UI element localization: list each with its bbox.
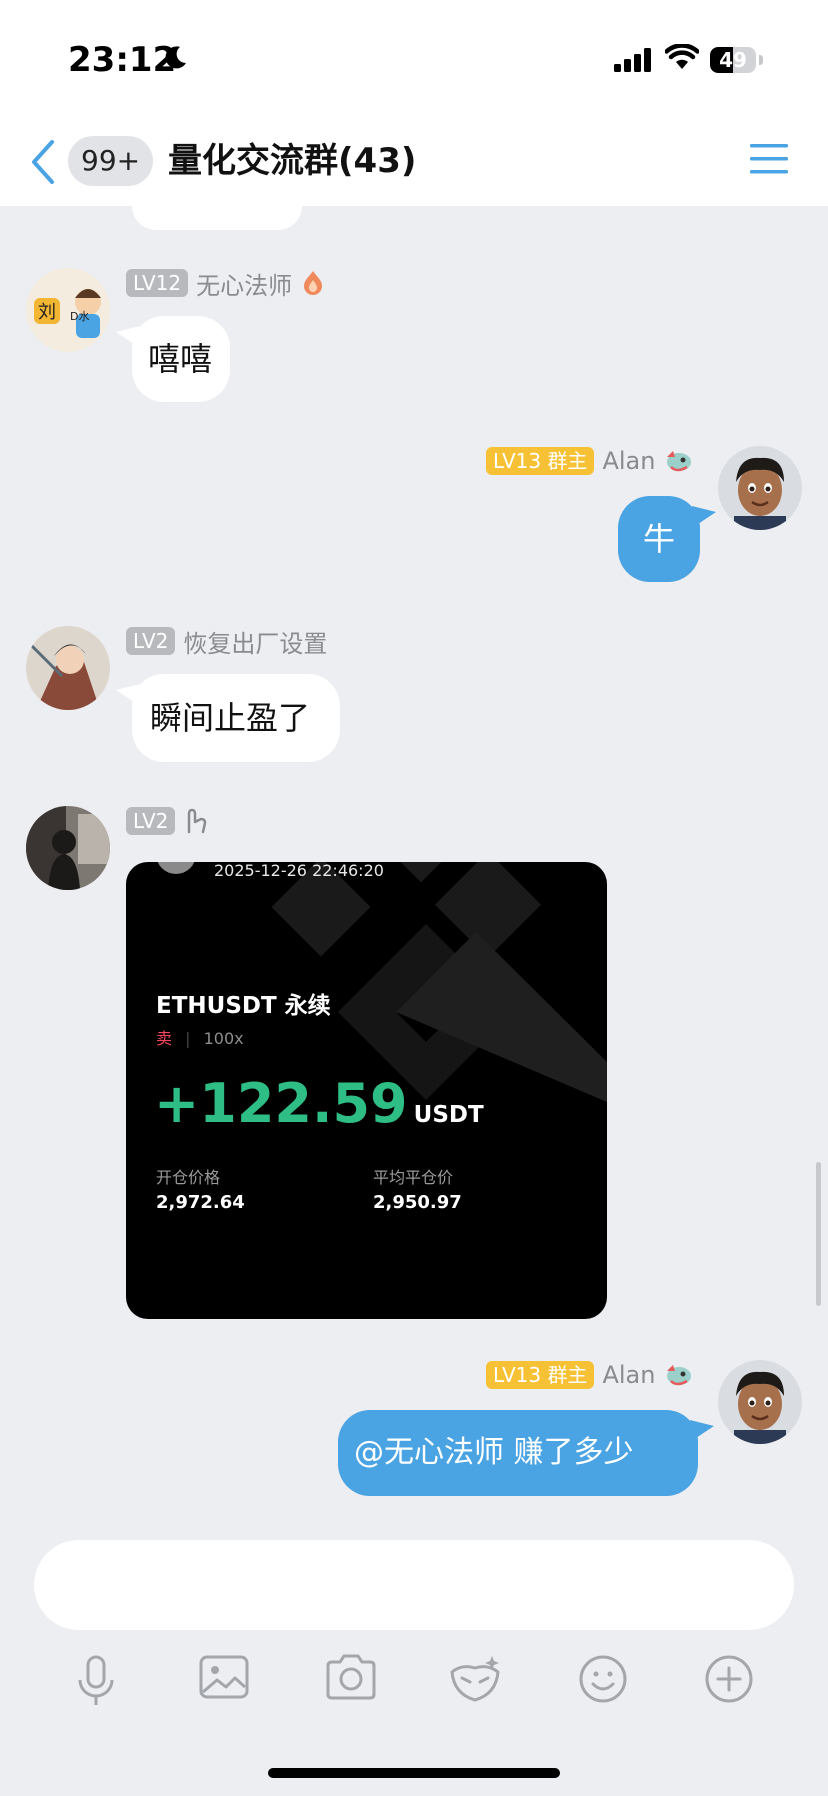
open-price-value: 2,972.64 <box>156 1192 245 1213</box>
scroll-indicator[interactable] <box>816 1162 821 1306</box>
level-badge: LV2 <box>126 807 176 835</box>
pnl-value: +122.59 <box>154 1072 408 1135</box>
message-bubble[interactable]: @无心法师 赚了多少 <box>338 1410 698 1496</box>
level-badge: LV13 群主 <box>486 447 595 475</box>
image-icon[interactable] <box>198 1654 250 1700</box>
cellular-signal-icon <box>614 48 651 72</box>
svg-text:D水: D水 <box>70 310 89 323</box>
trade-side: 卖 <box>156 1029 173 1048</box>
nav-bar: 99+ 量化交流群(43) <box>0 112 828 206</box>
camera-icon[interactable] <box>324 1654 378 1700</box>
trade-result-card[interactable]: 2025-12-26 22:46:20 ETHUSDT 永续 卖 | 100x … <box>126 862 607 1319</box>
message-bubble-partial <box>132 206 302 230</box>
message-input[interactable] <box>34 1540 794 1630</box>
level-badge: LV13 群主 <box>486 1361 595 1389</box>
sender-line: LV12 无心法师 <box>126 266 326 301</box>
sender-line: LV13 群主 Alan <box>486 446 693 476</box>
input-toolbar <box>0 1640 828 1724</box>
avatar[interactable] <box>718 446 802 530</box>
sender-line: LV2 <box>126 806 209 836</box>
bubble-tail <box>116 684 140 706</box>
card-timestamp: 2025-12-26 22:46:20 <box>214 862 384 880</box>
owner-role-label: 群主 <box>547 1363 588 1387</box>
trade-pair: ETHUSDT 永续 <box>156 993 331 1019</box>
back-chevron-icon[interactable] <box>30 138 56 186</box>
pnl-row: +122.59 USDT <box>154 1072 484 1135</box>
sender-nickname[interactable]: 无心法师 <box>196 266 292 301</box>
bubble-tail <box>116 326 140 348</box>
sticker-face-icon[interactable] <box>448 1654 502 1704</box>
trade-side-row: 卖 | 100x <box>156 1029 244 1048</box>
plus-icon[interactable] <box>704 1654 754 1704</box>
menu-icon[interactable] <box>750 142 788 176</box>
sender-line: LV13 群主 Alan <box>486 1360 693 1390</box>
sender-line: LV2 恢复出厂设置 <box>126 624 327 659</box>
battery-icon: 49 <box>710 47 756 73</box>
level-badge: LV2 <box>126 627 176 655</box>
emoji-icon[interactable] <box>578 1654 628 1704</box>
avatar[interactable] <box>718 1360 802 1444</box>
dragon-badge-icon <box>667 451 692 472</box>
wifi-icon <box>665 44 699 69</box>
message-bubble[interactable]: 嘻嘻 <box>132 316 230 402</box>
microphone-icon[interactable] <box>74 1654 118 1708</box>
message-text: 牛 <box>642 520 675 558</box>
home-indicator <box>268 1768 560 1778</box>
moon-icon <box>165 46 186 69</box>
message-text: 瞬间止盈了 <box>150 699 311 737</box>
pnl-unit: USDT <box>413 1102 484 1128</box>
sender-nickname[interactable]: Alan <box>602 1361 655 1389</box>
dragon-badge-icon <box>667 1365 692 1386</box>
bubble-tail <box>692 506 716 528</box>
close-price-label: 平均平仓价 <box>373 1168 454 1187</box>
avatar[interactable] <box>26 806 110 890</box>
page-title: 量化交流群(43) <box>168 141 417 181</box>
owner-role-label: 群主 <box>547 449 588 473</box>
level-badge: LV12 <box>126 269 189 297</box>
message-bubble[interactable]: 瞬间止盈了 <box>132 674 340 762</box>
chat-message-list[interactable]: 刘 D水 LV12 无心法师 嘻嘻 LV13 群主 Alan 牛 LV2 恢复出… <box>0 206 828 1530</box>
sender-nickname[interactable]: 恢复出厂设置 <box>183 624 327 659</box>
bubble-tail <box>690 1420 714 1442</box>
status-time: 23:12 <box>68 40 177 80</box>
status-bar: 23:12 49 <box>0 0 828 112</box>
avatar[interactable] <box>26 626 110 710</box>
battery-percent: 49 <box>719 48 747 72</box>
avatar[interactable]: 刘 D水 <box>26 268 110 352</box>
message-text: 嘻嘻 <box>148 340 213 378</box>
message-bubble[interactable]: 牛 <box>618 496 700 582</box>
hand-wave-icon <box>188 808 207 834</box>
svg-text:刘: 刘 <box>38 302 56 323</box>
fire-medal-icon <box>304 271 323 295</box>
sender-nickname[interactable]: Alan <box>602 447 655 475</box>
message-text: @无心法师 赚了多少 <box>354 1435 634 1470</box>
unread-count-badge[interactable]: 99+ <box>68 136 154 186</box>
close-price-value: 2,950.97 <box>373 1192 462 1213</box>
trade-leverage: 100x <box>203 1029 244 1048</box>
open-price-label: 开仓价格 <box>156 1168 221 1187</box>
